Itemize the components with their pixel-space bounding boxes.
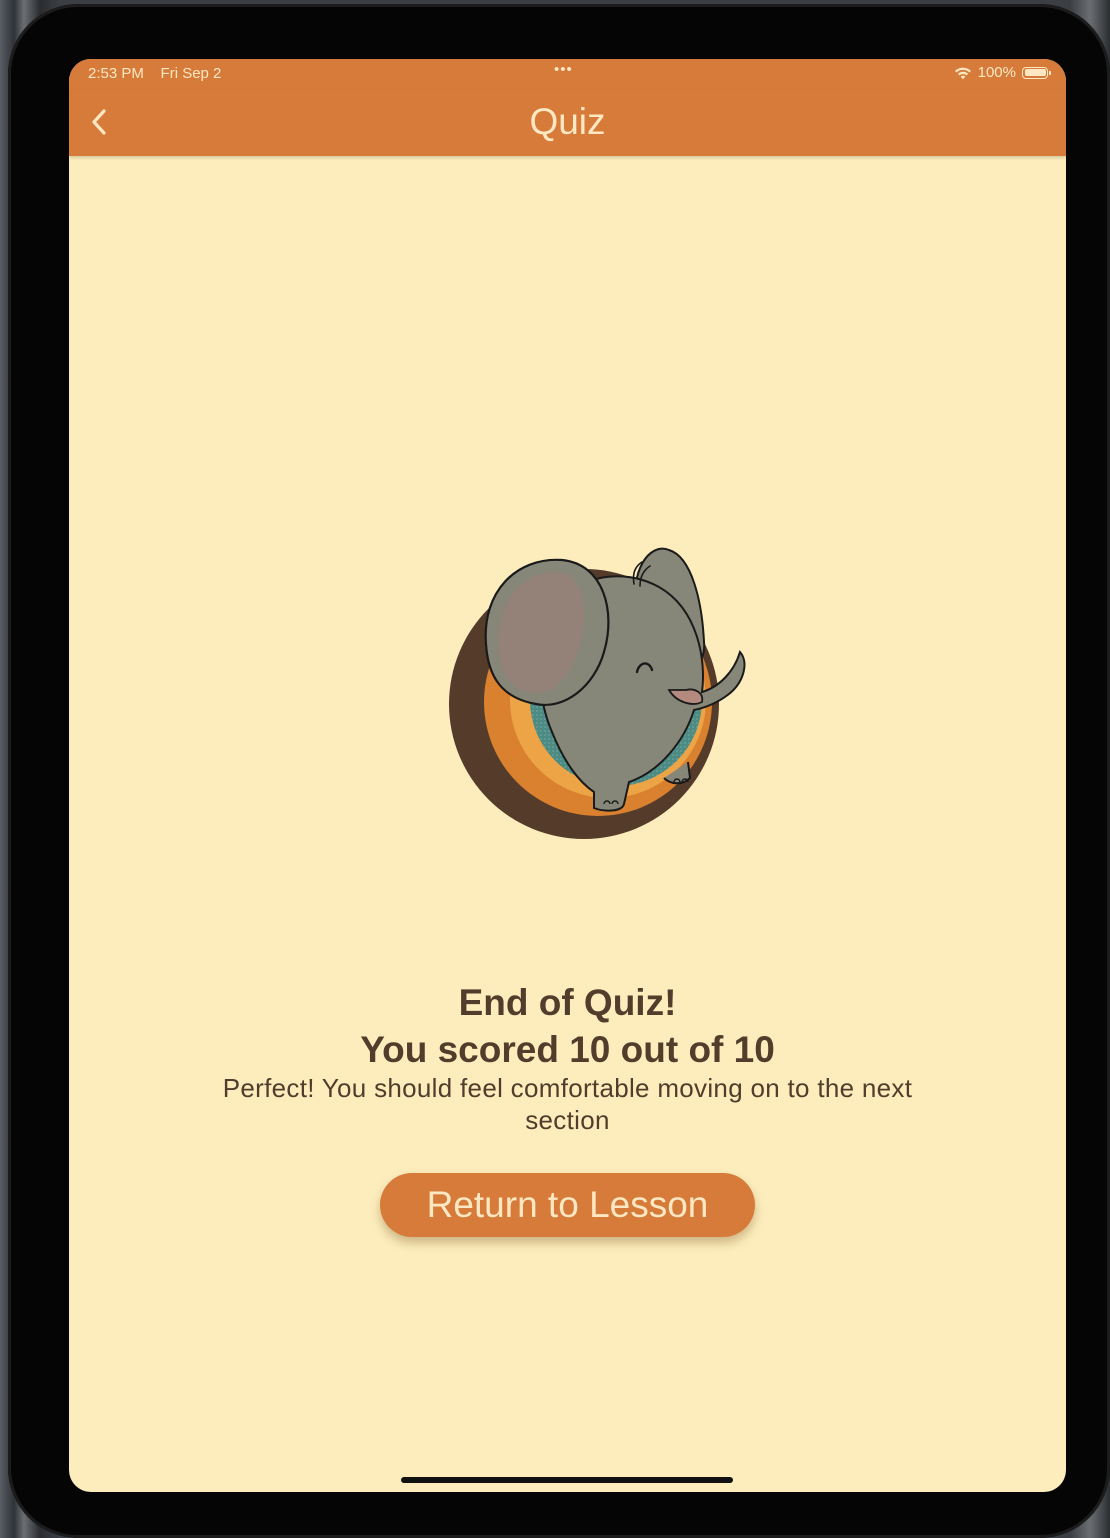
status-bar: 2:53 PM Fri Sep 2 ••• 100% [69, 59, 1066, 89]
home-indicator[interactable] [401, 1477, 733, 1483]
navigation-bar: Quiz [69, 89, 1066, 156]
app-screen: 2:53 PM Fri Sep 2 ••• 100% Quiz End of Q… [69, 59, 1066, 1492]
multitasking-dots[interactable]: ••• [554, 61, 573, 78]
status-time: 2:53 PM Fri Sep 2 [88, 65, 221, 82]
status-clock: 2:53 PM [88, 65, 144, 82]
status-right-group: 100% [954, 64, 1051, 81]
page-title: Quiz [529, 101, 606, 142]
tablet-frame: 2:53 PM Fri Sep 2 ••• 100% Quiz End of Q… [8, 4, 1110, 1538]
score-text: You scored 10 out of 10 [360, 1029, 775, 1070]
elephant-illustration [449, 547, 746, 839]
return-to-lesson-button[interactable]: Return to Lesson [380, 1173, 755, 1237]
battery-percent: 100% [977, 64, 1016, 81]
status-date: Fri Sep 2 [160, 65, 222, 82]
end-of-quiz-title: End of Quiz! [458, 982, 677, 1023]
battery-icon [1022, 66, 1051, 79]
result-message: Perfect! You should feel comfortable mov… [222, 1073, 913, 1135]
result-heading: End of Quiz! You scored 10 out of 10 [69, 979, 1066, 1073]
wifi-icon [954, 67, 971, 79]
